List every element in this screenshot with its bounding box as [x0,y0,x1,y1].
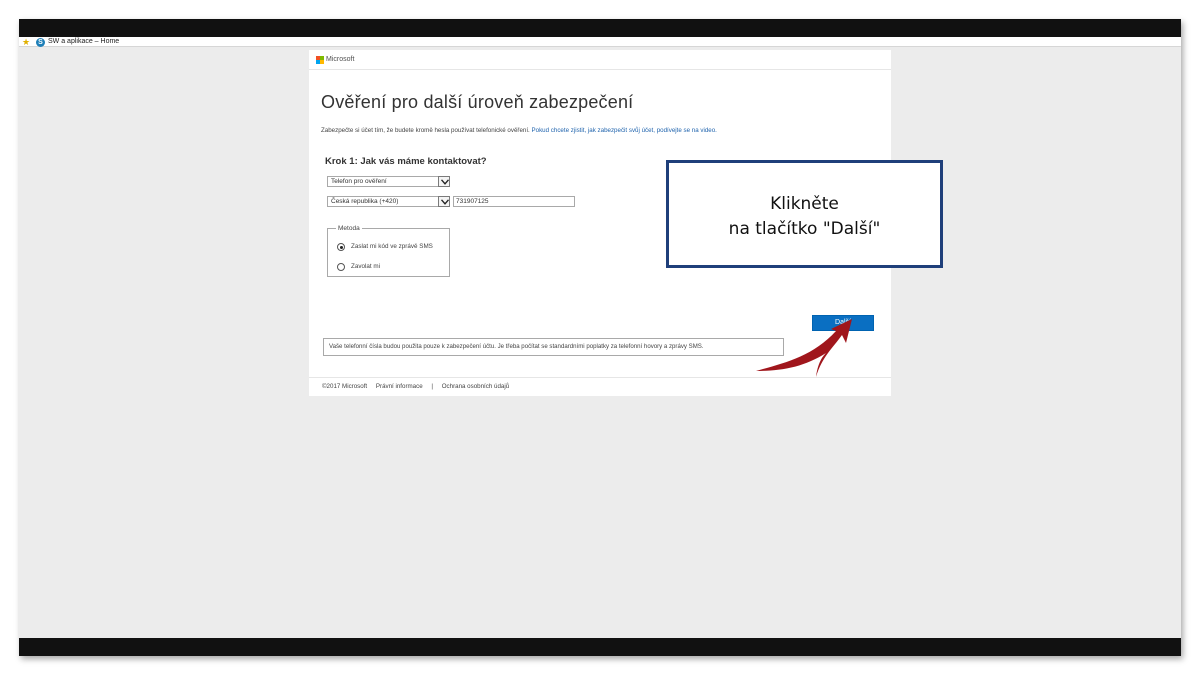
page-title: Ověření pro další úroveň zabezpečení [321,92,634,112]
contact-type-select[interactable]: Telefon pro ověření [327,176,450,187]
phone-number-input[interactable]: 731907125 [453,196,575,207]
copyright: ©2017 Microsoft [322,383,368,390]
country-select[interactable]: Česká republika (+420) [327,196,450,207]
chevron-down-icon[interactable] [438,196,450,207]
intro-text: Zabezpečte si účet tím, že budete kromě … [321,126,717,136]
radio-button-call[interactable] [337,263,345,271]
country-value: Česká republika (+420) [331,198,399,205]
method-option-label: Zaslat mi kód ve zprávě SMS [351,243,433,250]
brand-name: Microsoft [326,56,355,63]
callout-line-1: Klikněte [770,194,839,214]
top-black-bar [19,19,1181,37]
method-legend: Metoda [336,224,362,233]
privacy-link[interactable]: Ochrana osobních údajů [442,383,509,390]
favorites-item-label[interactable]: SW a aplikace – Home [48,37,119,47]
method-fieldset: Metoda Zaslat mi kód ve zprávě SMS Zavol… [327,224,450,277]
instruction-callout: Klikněte na tlačítko "Další" [666,160,943,268]
method-option-label: Zavolat mi [351,263,381,270]
page-header: Microsoft [309,50,891,70]
video-help-link[interactable]: Pokud chcete zjistit, jak zabezpečit svů… [532,127,717,134]
pointer-arrow-icon [756,319,852,377]
favorites-bar: ★ S SW a aplikace – Home [19,37,1181,47]
microsoft-logo-icon [316,56,324,64]
favorites-star-icon[interactable]: ★ [22,37,30,47]
intro-description: Zabezpečte si účet tím, že budete kromě … [321,127,530,134]
radio-button-sms[interactable] [337,243,345,251]
footer-separator: | [431,383,433,390]
callout-line-2: na tlačítko "Další" [728,219,881,239]
screen: ★ S SW a aplikace – Home Microsoft Ověře… [19,19,1181,656]
step-heading: Krok 1: Jak vás máme kontaktovat? [325,156,487,167]
chevron-down-icon[interactable] [438,176,450,187]
legal-info-link[interactable]: Právní informace [376,383,423,390]
bottom-black-bar [19,638,1181,656]
sharepoint-icon[interactable]: S [36,38,45,47]
contact-type-value: Telefon pro ověření [331,178,387,185]
phone-usage-notice: Vaše telefonní čísla budou použita pouze… [323,338,784,356]
